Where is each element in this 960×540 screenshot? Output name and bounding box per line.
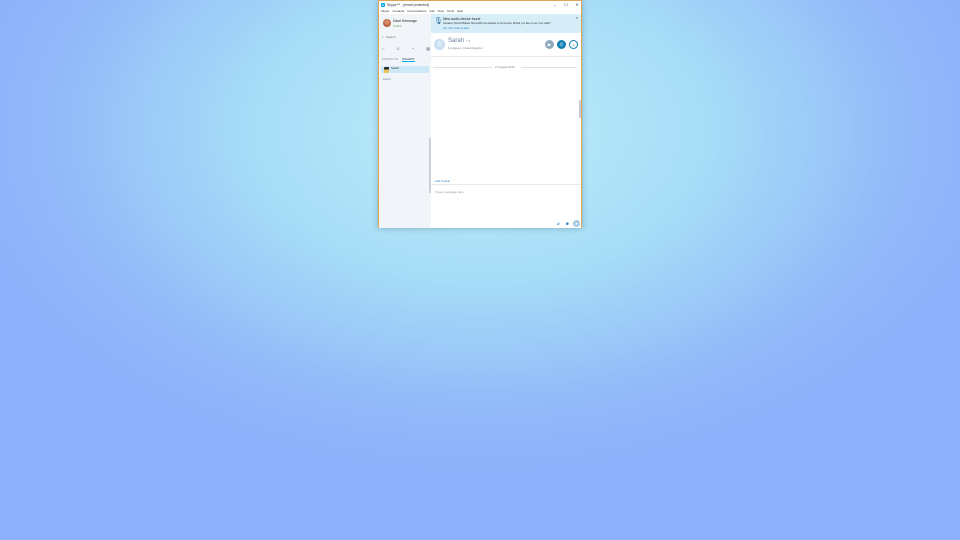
scroll-left-icon[interactable]: ‹ bbox=[433, 168, 434, 171]
more-options-icon[interactable]: ⌄ bbox=[567, 52, 569, 55]
contact-name[interactable]: Sarah ˅ ✎ bbox=[448, 38, 471, 44]
banner-actions[interactable]: Yes | No | Ask me later bbox=[443, 27, 469, 30]
send-button[interactable]: ➤ bbox=[573, 220, 580, 227]
sidebar-tabs: CONTACTS RECENT bbox=[382, 57, 415, 62]
attach-file-icon[interactable]: ⌀ bbox=[557, 221, 560, 227]
message-composer[interactable]: Type a message here ⌀ ☻ ➤ bbox=[431, 184, 581, 229]
home-icon[interactable]: ⌂ bbox=[382, 46, 384, 51]
tab-contacts[interactable]: CONTACTS bbox=[382, 57, 398, 62]
emoticon-icon[interactable]: ☻ bbox=[565, 221, 570, 226]
date-separator: 27 August 2015 bbox=[431, 65, 581, 69]
contacts-icon[interactable]: ♙ bbox=[396, 46, 400, 51]
conversation-header: ♙ Sarah ˅ ✎ 1 progress, United Kingdom ▶… bbox=[431, 36, 581, 57]
add-contact-icon[interactable]: + bbox=[412, 46, 414, 51]
profile-status[interactable]: Online bbox=[393, 24, 402, 28]
dialpad-icon[interactable]: ▦ bbox=[426, 46, 430, 51]
date-label: 27 August 2015 bbox=[495, 65, 515, 69]
banner-title: New audio device found bbox=[443, 17, 481, 21]
profile-avatar[interactable] bbox=[383, 19, 391, 27]
close-button[interactable]: ✕ bbox=[573, 2, 581, 8]
sidebar-toolbar: ⌂ ♙ + ▦ bbox=[382, 45, 430, 51]
add-people-button[interactable]: + bbox=[569, 40, 578, 49]
skype-logo-icon: S bbox=[381, 3, 385, 7]
sidebar: Dave Kimmage Online ⌕ Search ⌂ ♙ + ▦ CONT… bbox=[379, 14, 431, 228]
contact-name-text: Sarah bbox=[448, 38, 465, 44]
message-scrollbar[interactable] bbox=[579, 100, 581, 118]
skype-window: S Skype™ - [email protected] – ☐ ✕ Skype… bbox=[378, 0, 582, 228]
banner-close-icon[interactable]: ✕ bbox=[575, 16, 578, 20]
banner-text: Speaker (Sound Blaster Recon3D) at Heads… bbox=[443, 22, 551, 25]
date-divider-left bbox=[433, 67, 493, 68]
maximize-button[interactable]: ☐ bbox=[562, 2, 570, 8]
search-icon: ⌕ bbox=[382, 35, 384, 39]
minimize-button[interactable]: – bbox=[551, 2, 559, 8]
conversation-pane: 🎙 New audio device found Speaker (Sound … bbox=[431, 14, 581, 228]
date-divider-right bbox=[521, 67, 577, 68]
contact-avatar[interactable]: ♙ bbox=[434, 39, 445, 50]
search-placeholder: Search bbox=[385, 35, 396, 39]
title-bar[interactable]: S Skype™ - [email protected] – ☐ ✕ bbox=[379, 1, 581, 9]
profile-name[interactable]: Dave Kimmage bbox=[393, 19, 417, 23]
recent-item[interactable]: Sarah bbox=[381, 66, 429, 73]
earlier-label: Earlier bbox=[383, 77, 392, 81]
composer-link[interactable]: Add Trouble bbox=[435, 179, 450, 183]
scroll-right-icon[interactable]: › bbox=[577, 168, 578, 171]
contact-name-suffix: ˅ ✎ bbox=[465, 39, 471, 43]
search-input[interactable]: ⌕ Search bbox=[382, 35, 428, 40]
tab-recent[interactable]: RECENT bbox=[402, 57, 415, 62]
audio-device-banner: 🎙 New audio device found Speaker (Sound … bbox=[431, 14, 581, 33]
recent-item-label: Sarah bbox=[391, 66, 400, 70]
video-call-button[interactable]: ▶ bbox=[545, 40, 554, 49]
message-input-placeholder: Type a message here bbox=[435, 190, 464, 194]
window-title: Skype™ - [email protected] bbox=[387, 3, 430, 7]
contact-meta: 1 progress, United Kingdom bbox=[448, 46, 483, 50]
microphone-icon: 🎙 bbox=[434, 18, 443, 25]
voice-call-button[interactable]: ✆ bbox=[557, 40, 566, 49]
recent-avatar bbox=[384, 67, 389, 73]
